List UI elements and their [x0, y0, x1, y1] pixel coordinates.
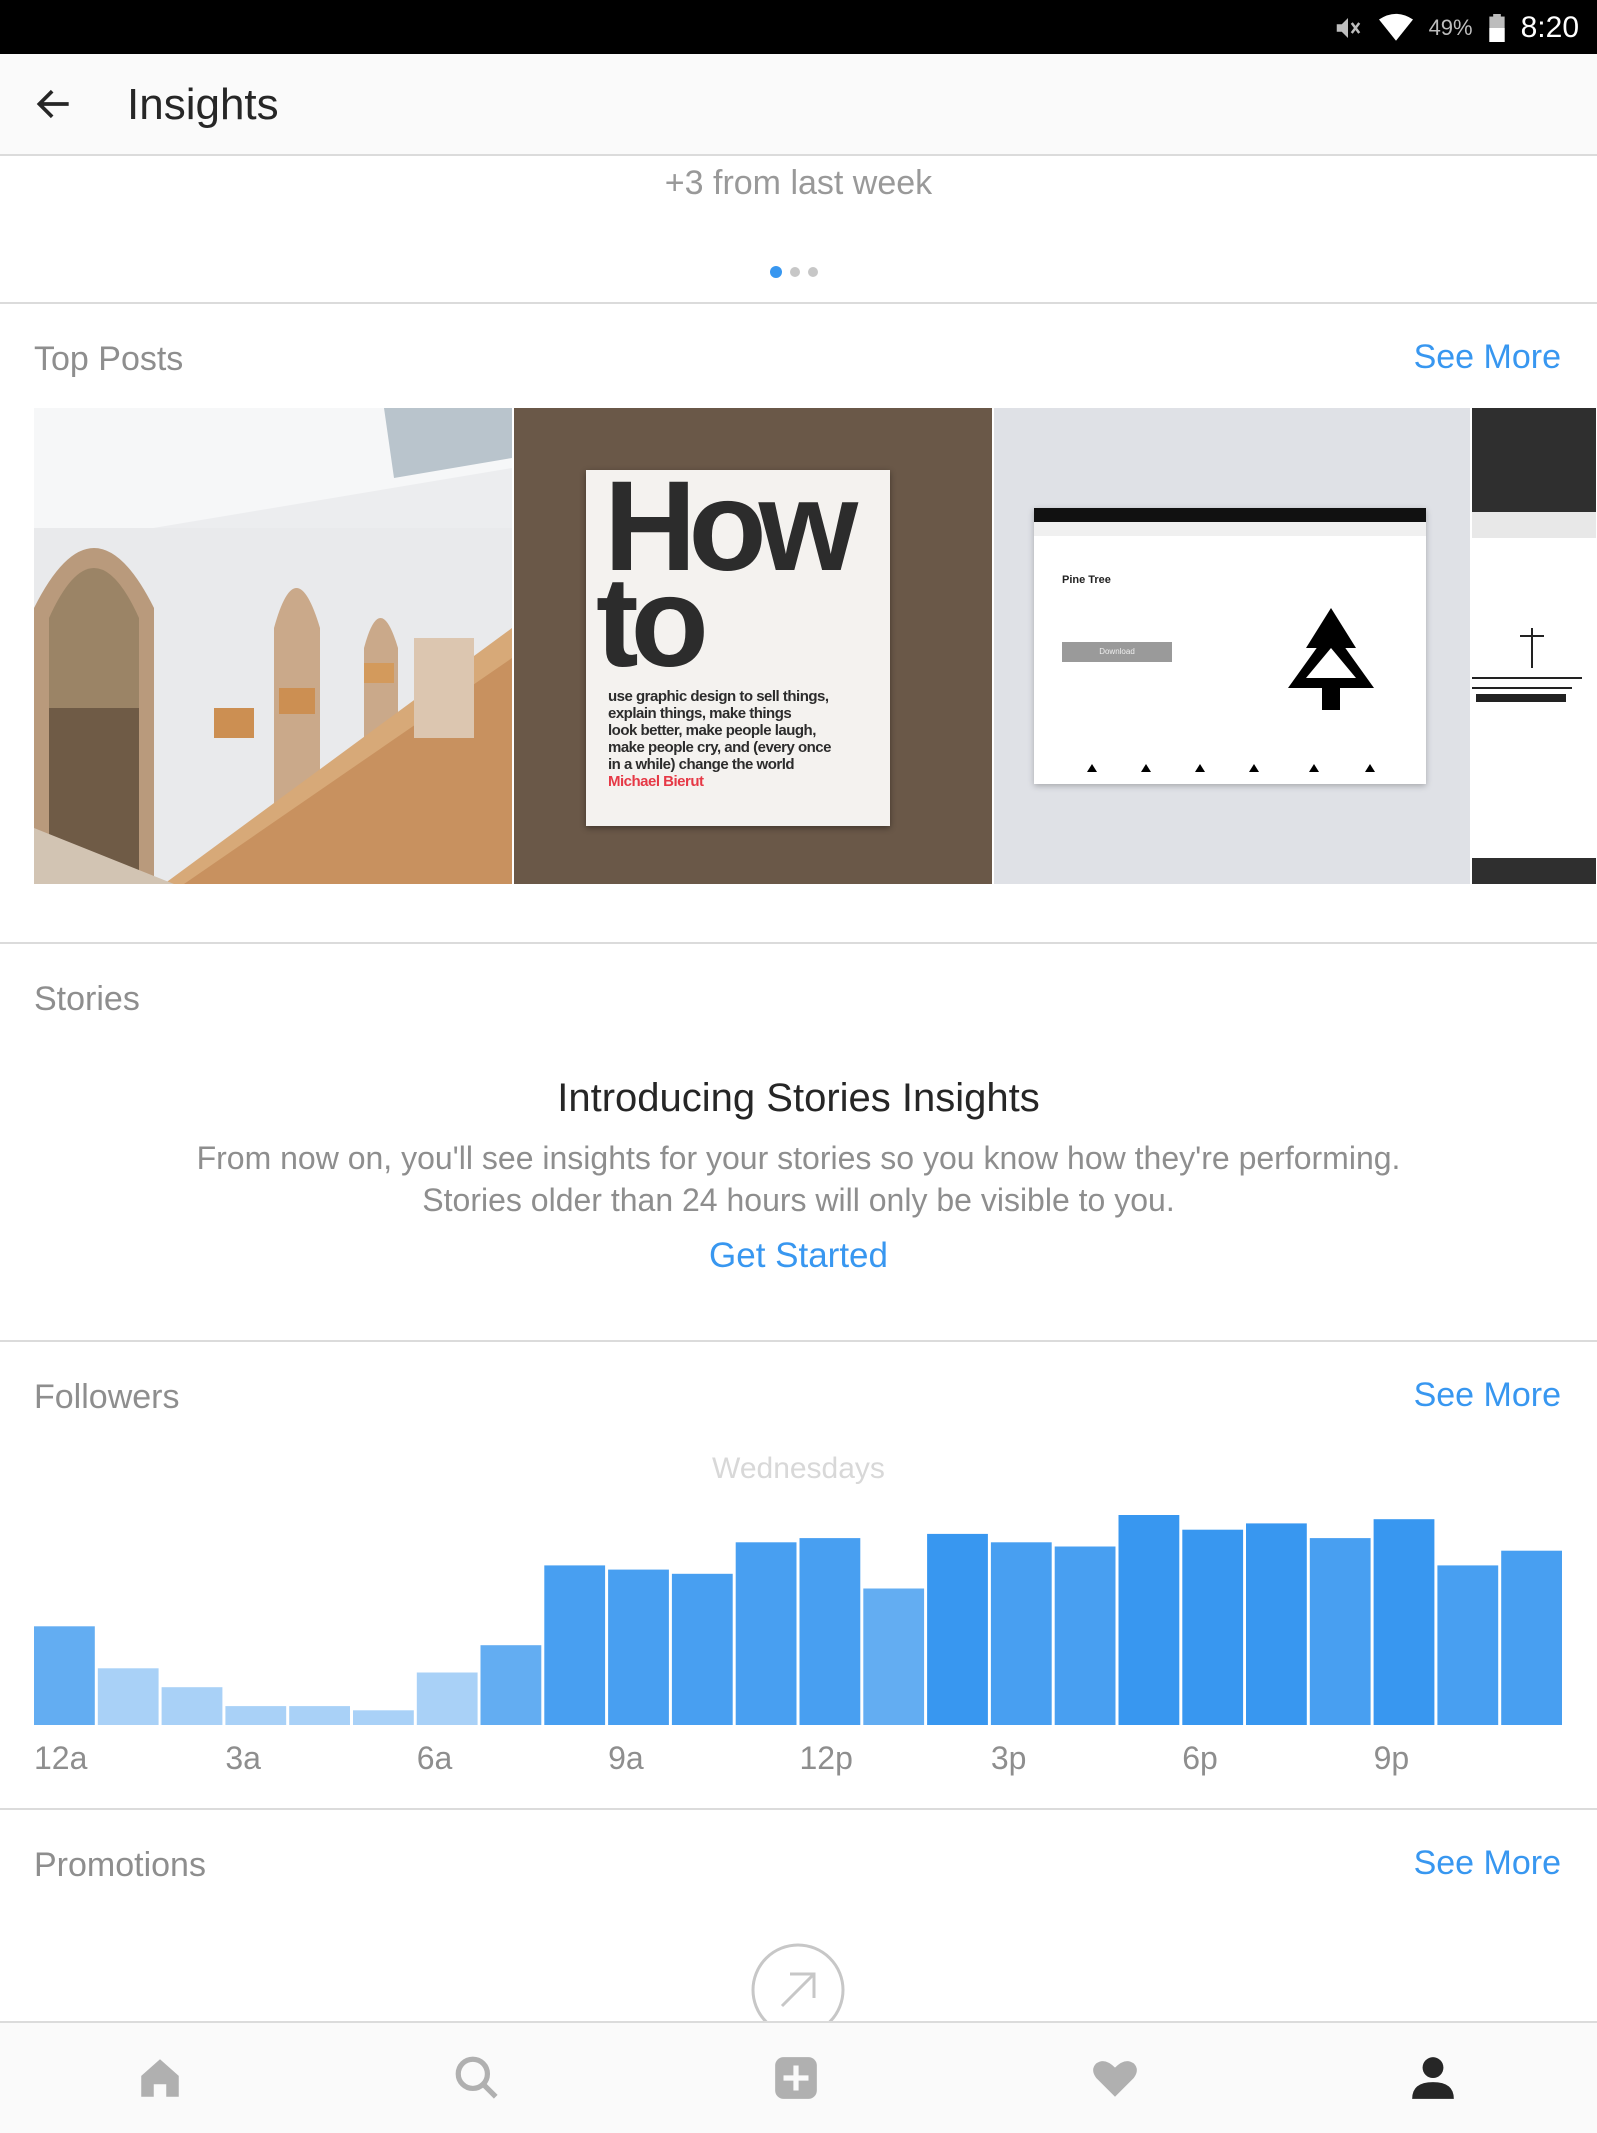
top-post-thumbnail-1[interactable]: [34, 408, 512, 884]
weekly-change-text: +3 from last week: [664, 164, 933, 202]
book-author: Michael Bierut: [608, 773, 704, 790]
chart-bar-4a: [289, 1706, 350, 1725]
chart-bar-10p: [1437, 1565, 1499, 1725]
chart-bar-5p: [1118, 1515, 1180, 1725]
divider: [0, 302, 1597, 304]
bottom-navigation: [0, 2021, 1597, 2133]
chart-caption: Wednesdays: [712, 1452, 885, 1485]
status-bar: 49% 8:20: [0, 0, 1597, 54]
chart-bar-2p: [927, 1533, 988, 1725]
chart-bar-8a: [544, 1565, 606, 1725]
screenshot-window: Pine Tree Download: [1034, 508, 1426, 784]
carousel-dot[interactable]: [808, 267, 818, 277]
followers-chart: [34, 1510, 1562, 1725]
divider: [0, 942, 1597, 944]
stories-body-line1: From now on, you'll see insights for you…: [196, 1140, 1401, 1176]
carousel-dot[interactable]: [790, 267, 800, 277]
chart-tick-label: 6p: [1182, 1740, 1218, 1776]
chart-bar-11p: [1501, 1550, 1562, 1725]
chart-bar-7p: [1246, 1523, 1307, 1725]
chart-bar-5a: [353, 1710, 414, 1725]
chart-bar-12p: [799, 1538, 861, 1725]
book-title-line2: to: [596, 551, 709, 694]
chart-bar-6a: [416, 1672, 478, 1725]
chart-tick-label: 6a: [416, 1740, 453, 1776]
book-body: use graphic design to sell things, expla…: [608, 688, 888, 790]
chart-bar-9a: [608, 1569, 669, 1725]
top-posts-label: Top Posts: [34, 340, 184, 378]
get-started-link[interactable]: Get Started: [709, 1236, 888, 1275]
stories-label: Stories: [34, 980, 140, 1018]
stories-body-line2: Stories older than 24 hours will only be…: [422, 1182, 1175, 1218]
stories-heading: Introducing Stories Insights: [557, 1076, 1040, 1120]
chart-x-axis: 12a 3a 6a 9a 12p 3p 6p 9p: [34, 1740, 1562, 1780]
chart-bar-1p: [863, 1588, 925, 1725]
chart-tick-label: 3p: [990, 1740, 1027, 1776]
followers-label: Followers: [34, 1378, 180, 1416]
chart-bar-10a: [671, 1573, 733, 1725]
battery-icon: [1488, 14, 1505, 42]
heart-icon[interactable]: [1090, 2053, 1140, 2103]
chart-bar-8p: [1309, 1538, 1371, 1725]
arches-photo: [34, 408, 512, 884]
home-icon[interactable]: [135, 2053, 185, 2103]
screenshot-download-button: Download: [1062, 642, 1172, 662]
chart-bar-3a: [225, 1706, 287, 1725]
battery-percent: 49%: [1428, 15, 1473, 40]
top-post-thumbnail-4[interactable]: [1472, 408, 1596, 884]
promotions-see-more-link[interactable]: See More: [1414, 1844, 1561, 1883]
chart-bar-9p: [1373, 1519, 1435, 1725]
top-post-thumbnail-2[interactable]: How to use graphic design to sell things…: [514, 408, 992, 884]
chart-bar-11a: [735, 1542, 797, 1725]
followers-see-more-link[interactable]: See More: [1414, 1376, 1561, 1415]
divider: [0, 1340, 1597, 1342]
divider: [0, 1808, 1597, 1810]
chart-bar-6p: [1182, 1529, 1244, 1725]
add-post-icon[interactable]: [771, 2053, 821, 2103]
chart-bar-12a: [34, 1626, 95, 1725]
top-post-thumbnail-3[interactable]: Pine Tree Download: [994, 408, 1470, 884]
carousel-dot-active[interactable]: [770, 266, 782, 278]
chart-bar-4p: [1054, 1546, 1116, 1725]
mute-icon: [1336, 18, 1360, 38]
screenshot-heading: Pine Tree: [1062, 574, 1111, 586]
chart-tick-label: 3a: [225, 1740, 261, 1776]
chart-tick-label: 9a: [608, 1740, 644, 1776]
top-bar: Insights: [0, 54, 1597, 156]
chart-bar-7a: [480, 1645, 542, 1725]
chart-bar-3p: [990, 1542, 1052, 1725]
chart-tick-label: 9p: [1373, 1740, 1410, 1776]
book-cover: How to use graphic design to sell things…: [586, 463, 890, 826]
get-started-row: Get Started: [0, 1236, 1597, 1276]
pine-tree-icon: [1288, 608, 1374, 710]
chart-bar-2a: [161, 1687, 223, 1725]
followers-bar-chart: [34, 1515, 1562, 1725]
drawing-icon: [1472, 628, 1582, 702]
back-arrow-icon[interactable]: [32, 82, 76, 126]
tree-strip-icon: [1087, 764, 1375, 772]
search-icon[interactable]: [452, 2053, 502, 2103]
profile-icon[interactable]: [1408, 2053, 1458, 2103]
promotions-label: Promotions: [34, 1846, 206, 1884]
wifi-icon: [1378, 13, 1413, 41]
chart-bar-1a: [97, 1668, 159, 1725]
page-title: Insights: [127, 80, 279, 129]
chart-tick-label: 12a: [34, 1740, 88, 1776]
top-posts-see-more-link[interactable]: See More: [1414, 338, 1561, 377]
promotion-arrow-icon[interactable]: [750, 1942, 846, 2022]
chart-tick-label: 12p: [799, 1740, 853, 1776]
carousel-dots[interactable]: [770, 266, 826, 278]
clock: 8:20: [1520, 11, 1579, 44]
